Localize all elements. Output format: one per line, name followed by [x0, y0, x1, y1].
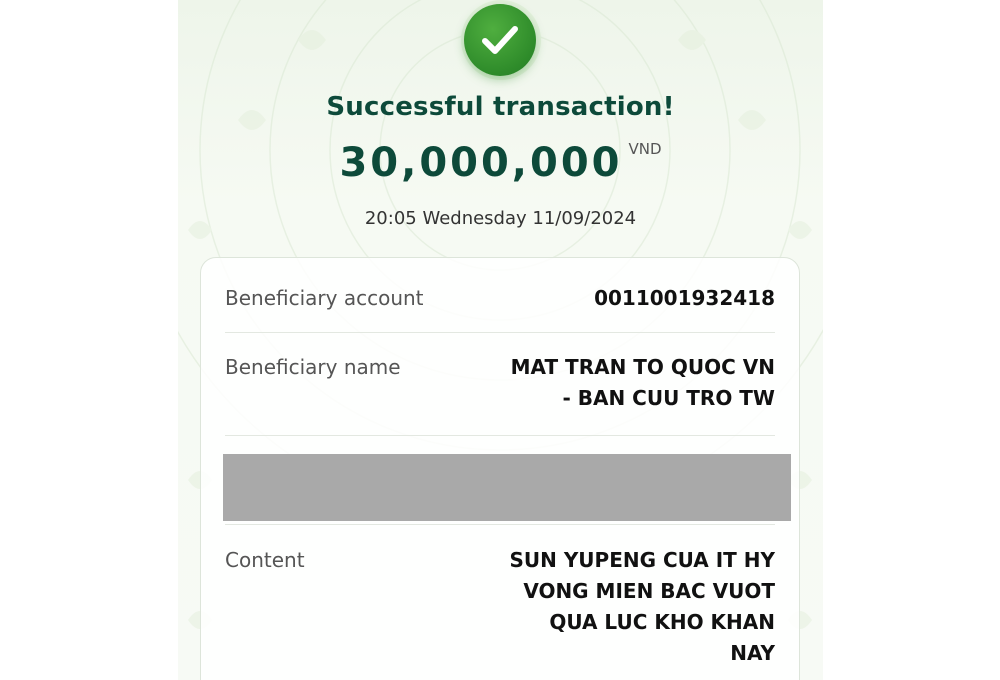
beneficiary-account-row: Beneficiary account 0011001932418	[225, 286, 775, 326]
beneficiary-name-row: Beneficiary name MAT TRAN TO QUOC VN - B…	[225, 355, 775, 425]
transaction-details-card: Beneficiary account 0011001932418 Benefi…	[200, 257, 800, 680]
amount-value: 30,000,000	[339, 140, 623, 186]
transaction-receipt-screen: Successful transaction! 30,000,000 VND 20…	[178, 0, 823, 680]
redacted-block	[223, 454, 791, 521]
content-row: Content SUN YUPENG CUA IT HY VONG MIEN B…	[225, 548, 775, 680]
amount-display: 30,000,000 VND	[178, 140, 823, 186]
check-icon	[464, 4, 536, 76]
beneficiary-name-value: MAT TRAN TO QUOC VN - BAN CUU TRO TW	[475, 352, 775, 414]
row-divider	[225, 435, 775, 436]
row-divider	[225, 332, 775, 333]
beneficiary-account-value: 0011001932418	[594, 286, 775, 310]
beneficiary-name-label: Beneficiary name	[225, 355, 401, 379]
content-label: Content	[225, 548, 305, 572]
amount-currency: VND	[628, 140, 662, 158]
content-line: SUN YUPENG CUA IT HY	[509, 548, 775, 572]
beneficiary-name-line: MAT TRAN TO QUOC VN	[510, 355, 775, 379]
row-divider	[225, 524, 775, 525]
transaction-datetime: 20:05 Wednesday 11/09/2024	[364, 208, 637, 229]
content-line: VONG MIEN BAC VUOT	[523, 579, 775, 603]
status-title: Successful transaction!	[326, 92, 675, 122]
beneficiary-account-label: Beneficiary account	[225, 286, 424, 310]
content-line: NAY	[730, 641, 775, 665]
content-value: SUN YUPENG CUA IT HY VONG MIEN BAC VUOT …	[475, 545, 775, 669]
content-line: QUA LUC KHO KHAN	[549, 610, 775, 634]
beneficiary-name-line: - BAN CUU TRO TW	[562, 386, 775, 410]
